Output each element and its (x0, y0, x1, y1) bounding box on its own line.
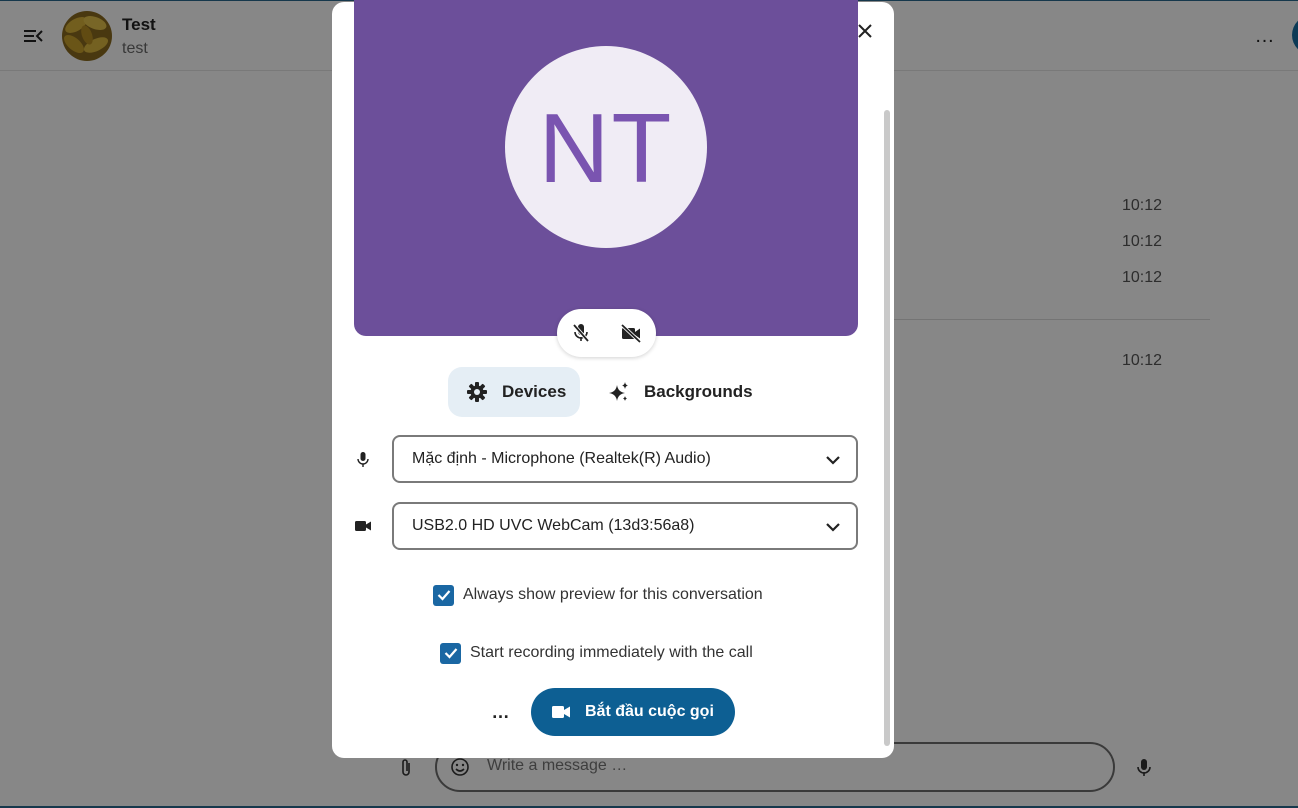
camera-off-icon (620, 323, 642, 343)
start-recording-checkbox[interactable] (440, 642, 461, 664)
camera-select-value: USB2.0 HD UVC WebCam (13d3:56a8) (412, 517, 695, 534)
more-options-button[interactable]: … (486, 700, 516, 724)
toggle-camera-button[interactable] (618, 321, 644, 345)
chevron-down-icon (826, 523, 840, 532)
start-recording-label: Start recording immediately with the cal… (470, 644, 753, 661)
microphone-select[interactable]: Mặc định - Microphone (Realtek(R) Audio) (392, 435, 858, 483)
microphone-icon (354, 451, 372, 469)
camera-select[interactable]: USB2.0 HD UVC WebCam (13d3:56a8) (392, 502, 858, 550)
always-preview-label: Always show preview for this conversatio… (463, 586, 763, 603)
video-camera-icon (551, 702, 571, 722)
close-icon (858, 24, 872, 38)
always-preview-option[interactable]: Always show preview for this conversatio… (433, 584, 763, 606)
sparkles-icon (608, 381, 630, 403)
toggle-microphone-button[interactable] (568, 321, 594, 345)
tab-devices[interactable]: Devices (448, 367, 580, 417)
microphone-off-icon (572, 323, 590, 343)
more-horizontal-icon: … (491, 701, 511, 722)
start-call-button[interactable]: Bắt đầu cuộc gọi (531, 688, 735, 736)
tab-backgrounds-label: Backgrounds (644, 382, 753, 401)
preview-avatar: NT (505, 46, 707, 248)
checkmark-icon (437, 590, 450, 601)
avatar-initials: NT (538, 93, 674, 203)
tab-devices-label: Devices (502, 382, 567, 401)
checkmark-icon (444, 648, 457, 659)
chevron-down-icon (826, 456, 840, 465)
start-recording-option[interactable]: Start recording immediately with the cal… (440, 642, 753, 664)
microphone-select-value: Mặc định - Microphone (Realtek(R) Audio) (412, 450, 711, 467)
tab-backgrounds[interactable]: Backgrounds (596, 367, 766, 417)
media-toggle-group (557, 309, 656, 357)
video-camera-icon (354, 517, 372, 535)
gear-icon (466, 381, 488, 403)
dialog-scrollbar-thumb[interactable] (884, 110, 890, 746)
start-call-label: Bắt đầu cuộc gọi (585, 703, 714, 720)
always-preview-checkbox[interactable] (433, 584, 454, 606)
